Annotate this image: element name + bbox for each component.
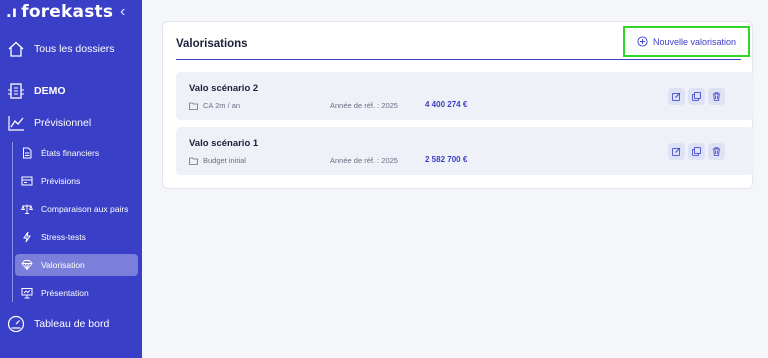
nav-valorisation[interactable]: Valorisation	[15, 254, 138, 276]
page-title: Valorisations	[176, 38, 248, 50]
nav-etats-financiers-label: États financiers	[41, 148, 100, 158]
nav-valorisation-label: Valorisation	[41, 260, 85, 270]
scales-icon	[21, 204, 33, 214]
row-actions	[668, 143, 725, 160]
nav-previsionnel-label: Prévisionnel	[34, 117, 92, 129]
valuation-meta-label: CA 2m / an	[203, 101, 241, 110]
duplicate-button[interactable]	[688, 88, 705, 105]
nav-presentation-label: Présentation	[41, 288, 89, 298]
valuation-year: Année de réf. : 2025	[330, 156, 398, 165]
valuation-meta: CA 2m / an	[189, 101, 240, 110]
nav-stress-tests[interactable]: Stress-tests	[15, 226, 138, 248]
folder-icon	[189, 102, 198, 110]
sidebar: .ı forekasts ‹ Tous les dossiers DEMO Pr…	[0, 0, 142, 358]
copy-icon	[692, 147, 701, 156]
valuation-row[interactable]: Valo scénario 1 Budget initial Année de …	[176, 127, 754, 175]
nav-all-folders-label: Tous les dossiers	[34, 43, 115, 55]
nav-workspace-demo[interactable]: DEMO	[7, 79, 66, 103]
copy-icon	[692, 92, 701, 101]
valuation-value: 2 582 700 €	[425, 155, 468, 164]
presentation-icon	[21, 288, 33, 299]
header-divider	[176, 59, 741, 60]
edit-icon	[672, 147, 681, 156]
new-valuation-label: Nouvelle valorisation	[652, 36, 737, 47]
chevron-left-icon[interactable]: ‹	[120, 3, 125, 21]
forecast-icon	[21, 176, 33, 186]
document-icon	[23, 147, 32, 159]
nav-presentation[interactable]: Présentation	[15, 282, 138, 304]
gauge-icon	[7, 315, 25, 333]
valuation-meta: Budget initial	[189, 156, 246, 165]
nav-previsions[interactable]: Prévisions	[15, 170, 138, 192]
nav-all-folders[interactable]: Tous les dossiers	[7, 37, 115, 61]
nav-previsionnel[interactable]: Prévisionnel	[7, 111, 91, 135]
logo[interactable]: .ı forekasts	[6, 2, 113, 22]
valorisations-card: Valorisations Nouvelle valorisation Valo…	[162, 21, 754, 189]
nav-comparaison-pairs[interactable]: Comparaison aux pairs	[15, 198, 138, 220]
duplicate-button[interactable]	[688, 143, 705, 160]
nav-stress-tests-label: Stress-tests	[41, 232, 86, 242]
nav-workspace-label: DEMO	[34, 85, 66, 97]
nav-previsions-label: Prévisions	[41, 176, 81, 186]
row-actions	[668, 88, 725, 105]
nav-dashboard-label: Tableau de bord	[34, 318, 110, 330]
edit-button[interactable]	[668, 143, 685, 160]
edit-button[interactable]	[668, 88, 685, 105]
valuation-name: Valo scénario 2	[189, 83, 259, 94]
new-valuation-button[interactable]: Nouvelle valorisation	[623, 26, 750, 57]
edit-icon	[672, 92, 681, 101]
home-icon	[8, 41, 24, 57]
nav-comparaison-label: Comparaison aux pairs	[41, 204, 129, 214]
valuation-year: Année de réf. : 2025	[330, 101, 398, 110]
trash-icon	[712, 147, 721, 156]
lightning-icon	[23, 231, 31, 243]
valuation-value: 4 400 274 €	[425, 100, 468, 109]
trash-icon	[712, 92, 721, 101]
logo-mark-icon: .ı	[6, 3, 18, 21]
valuation-name: Valo scénario 1	[189, 138, 259, 149]
submenu-divider	[12, 142, 13, 302]
trend-chart-icon	[8, 116, 24, 131]
folder-icon	[189, 157, 198, 165]
nav-etats-financiers[interactable]: États financiers	[15, 142, 138, 164]
delete-button[interactable]	[708, 143, 725, 160]
diamond-icon	[21, 260, 33, 271]
plus-circle-icon	[637, 36, 648, 47]
valuation-meta-label: Budget initial	[203, 156, 246, 165]
delete-button[interactable]	[708, 88, 725, 105]
logo-text: forekasts	[21, 2, 114, 22]
nav-dashboard[interactable]: Tableau de bord	[7, 312, 109, 336]
valuation-row[interactable]: Valo scénario 2 CA 2m / an Année de réf.…	[176, 72, 754, 120]
building-icon	[8, 83, 24, 99]
